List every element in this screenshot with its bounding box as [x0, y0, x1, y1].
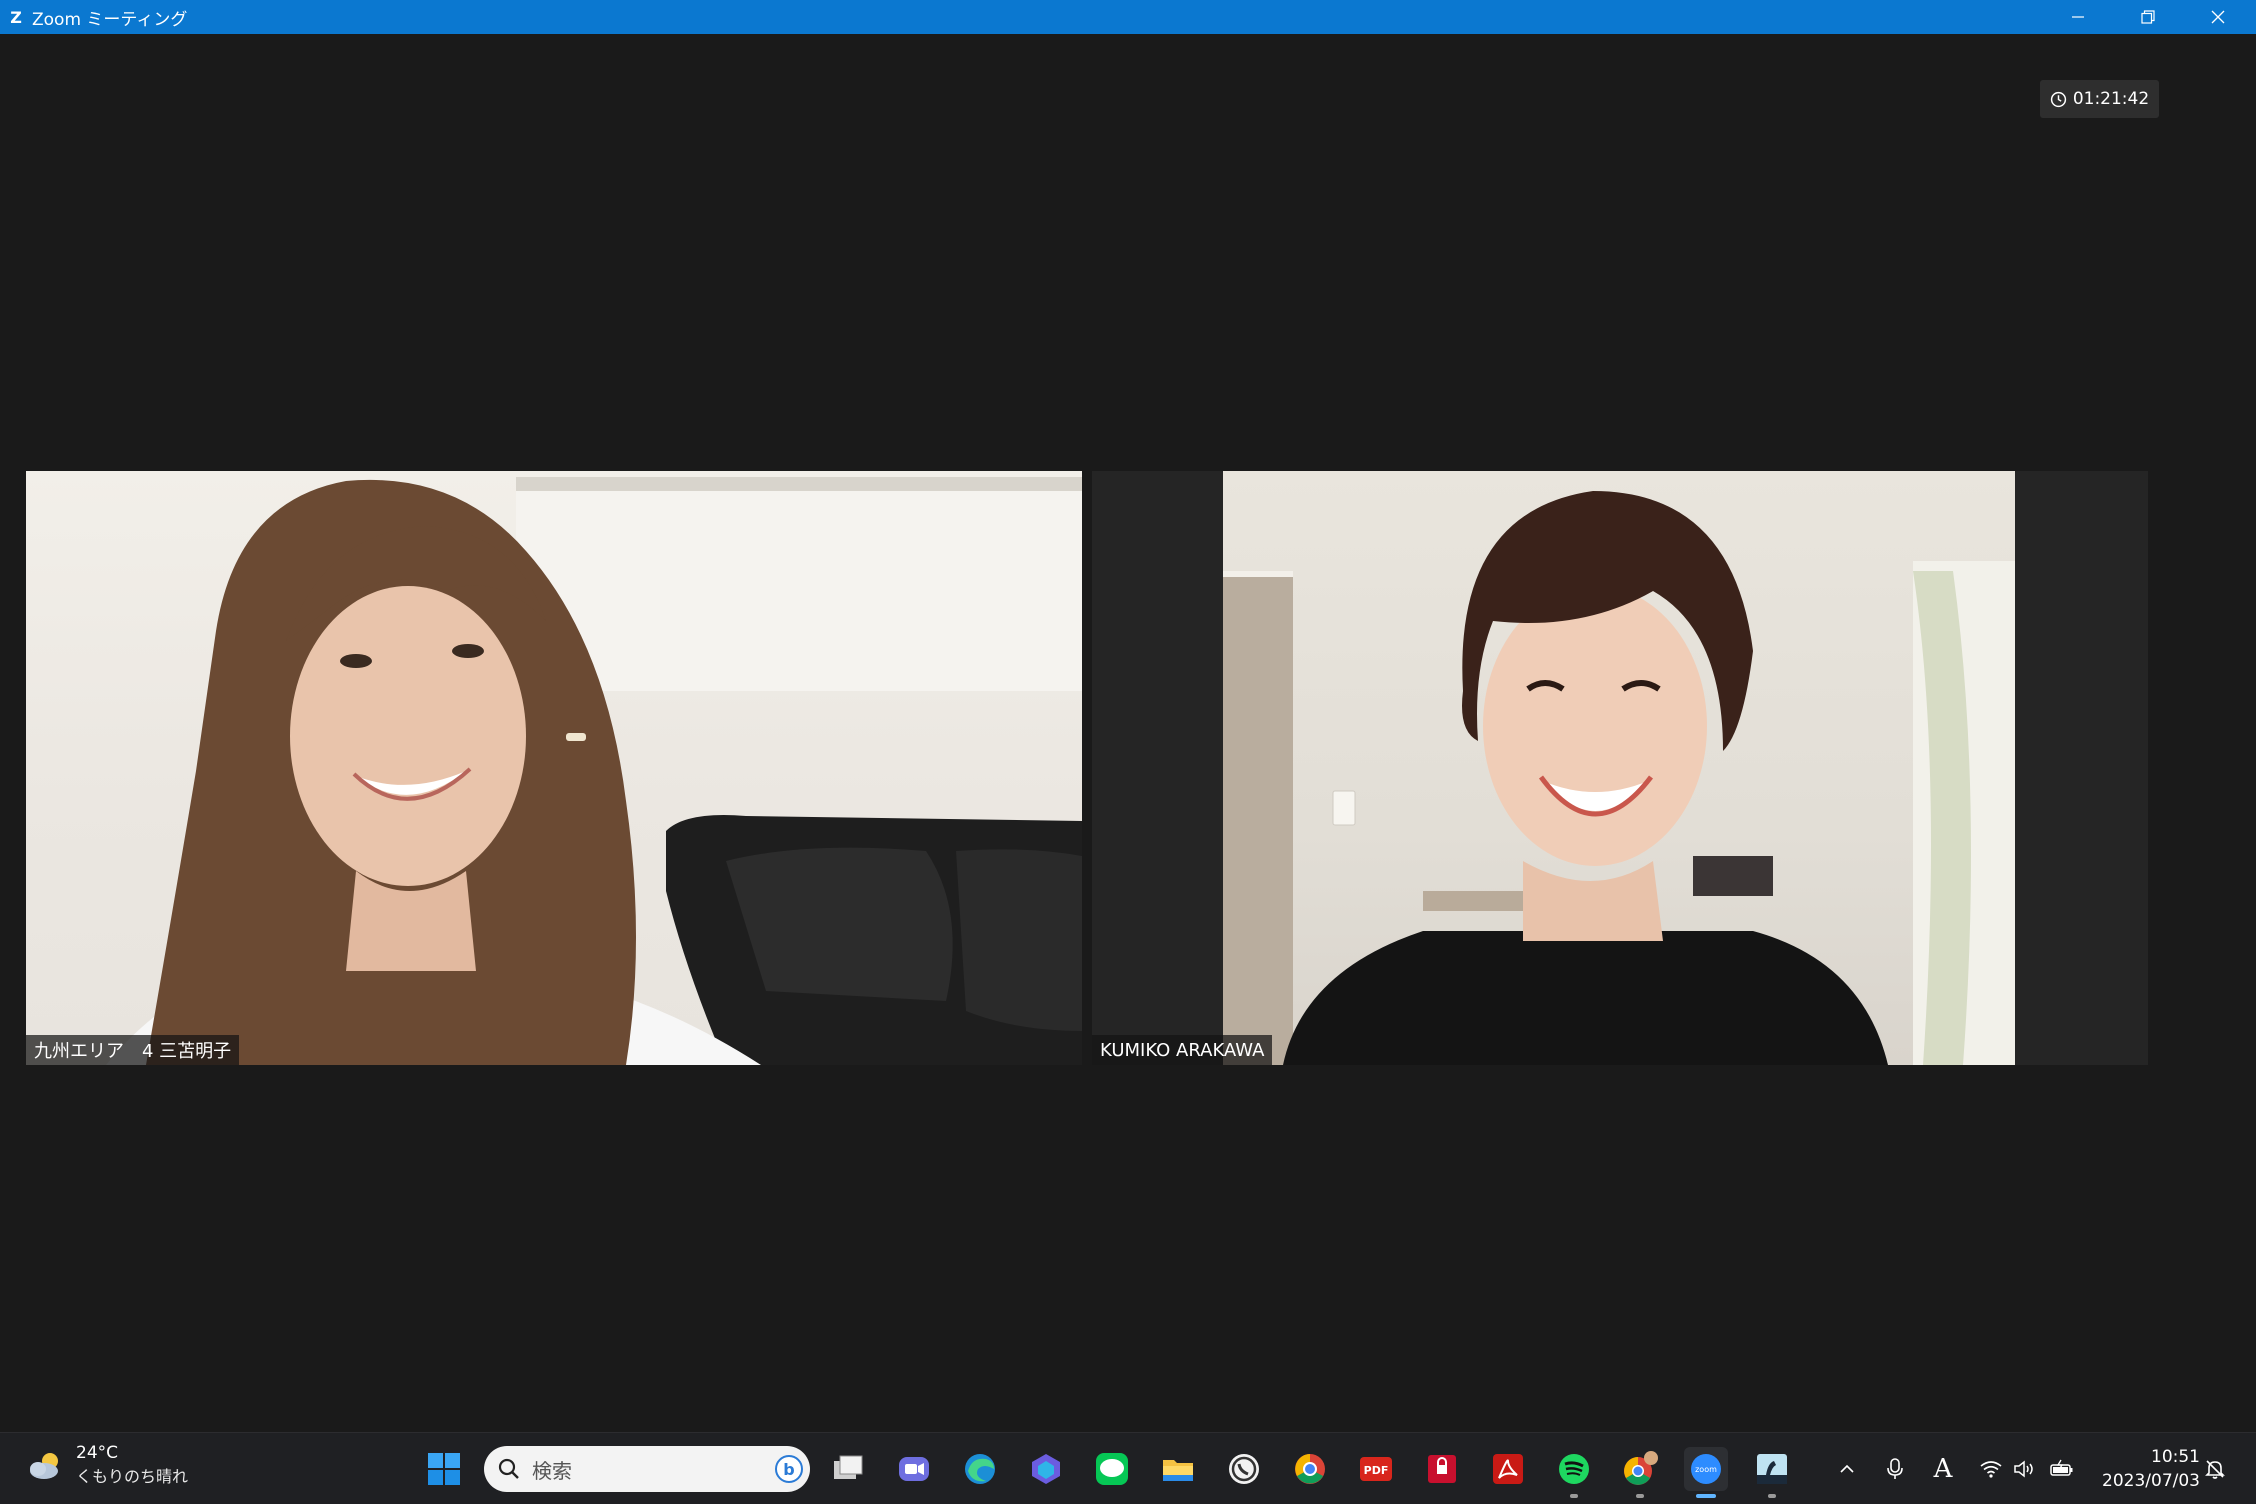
taskbar-clock[interactable]: 10:51 2023/07/03: [2090, 1445, 2200, 1493]
close-icon: [2211, 10, 2225, 24]
copilot-button[interactable]: [1024, 1447, 1068, 1491]
volume-tray-button[interactable]: [2010, 1433, 2040, 1504]
svg-text:PDF: PDF: [1364, 1464, 1389, 1477]
acrobat-button[interactable]: [1486, 1447, 1530, 1491]
meeting-stage: 01:21:42 九州エリア 4 三苫明子 KUMIKO ARAKAWA: [0, 34, 2256, 1432]
chrome-icon: [1295, 1454, 1325, 1484]
spotify-button[interactable]: [1552, 1447, 1596, 1491]
participant-video-image: [1223, 491, 2015, 1065]
microphone-icon: [1887, 1458, 1903, 1479]
acrobat-icon: [1493, 1454, 1523, 1484]
running-indicator: [1636, 1494, 1644, 1498]
svg-text:b: b: [783, 1460, 794, 1479]
task-view-icon: [834, 1455, 863, 1479]
clock-time: 10:51: [2151, 1447, 2200, 1467]
wifi-icon: [1980, 1461, 2002, 1478]
notification-bell-icon: [2205, 1460, 2225, 1479]
mcafee-button[interactable]: [1420, 1447, 1464, 1491]
minimize-button[interactable]: [2043, 0, 2113, 34]
teams-icon: [899, 1457, 929, 1481]
wifi-tray-button[interactable]: [1976, 1433, 2006, 1504]
chevron-up-icon: [1840, 1464, 1854, 1473]
whatsapp-icon: [1229, 1454, 1259, 1484]
video-frame: [1223, 471, 2015, 1065]
weather-temperature: 24°C: [76, 1443, 119, 1463]
title-bar: Z Zoom ミーティング: [0, 0, 2256, 34]
restore-button[interactable]: [2113, 0, 2183, 34]
spotify-icon: [1559, 1454, 1589, 1484]
show-hidden-icons-button[interactable]: [1832, 1433, 1862, 1504]
zoom-button[interactable]: zoom: [1684, 1447, 1728, 1491]
chrome-profile-icon: [1624, 1451, 1658, 1485]
windows-logo-icon: [428, 1453, 460, 1485]
participant-video-image: [106, 477, 1082, 1065]
running-indicator: [1768, 1494, 1776, 1498]
window-title: Zoom ミーティング: [32, 9, 188, 30]
chrome-profile-button[interactable]: [1618, 1447, 1662, 1491]
participant-name-label: KUMIKO ARAKAWA: [1092, 1035, 1273, 1065]
edge-icon: [965, 1454, 995, 1484]
running-indicator: [1570, 1494, 1578, 1498]
taskbar: 24°C くもりのち晴れ 検索 b PDF zoom A 10:51 2023/…: [0, 1432, 2256, 1504]
partly-cloudy-icon: [30, 1453, 58, 1479]
chrome-button[interactable]: [1288, 1447, 1332, 1491]
search-placeholder: 検索: [532, 1458, 572, 1483]
file-explorer-button[interactable]: [1156, 1447, 1200, 1491]
participant-name-label: 九州エリア 4 三苫明子: [26, 1035, 240, 1065]
teams-chat-button[interactable]: [892, 1447, 936, 1491]
microphone-tray-button[interactable]: [1880, 1433, 1910, 1504]
battery-charging-icon: [2050, 1459, 2073, 1476]
clock-date: 2023/07/03: [2102, 1471, 2200, 1491]
timer-text: 01:21:42: [2072, 89, 2150, 109]
pdf-icon: PDF: [1360, 1457, 1392, 1481]
speaker-icon: [2014, 1460, 2033, 1478]
notifications-button[interactable]: [2200, 1433, 2230, 1504]
folder-icon: [1163, 1460, 1193, 1481]
svg-text:zoom: zoom: [1695, 1465, 1717, 1474]
start-button[interactable]: [422, 1447, 466, 1491]
kindle-icon: [1757, 1454, 1787, 1484]
video-tile[interactable]: 九州エリア 4 三苫明子: [26, 471, 1082, 1065]
edge-button[interactable]: [958, 1447, 1002, 1491]
restore-icon: [2141, 10, 2155, 24]
battery-tray-button[interactable]: [2046, 1433, 2078, 1504]
clock-icon: [2050, 91, 2066, 107]
mcafee-icon: [1428, 1455, 1456, 1483]
weather-condition: くもりのち晴れ: [76, 1467, 189, 1486]
weather-widget[interactable]: 24°C くもりのち晴れ: [26, 1443, 188, 1487]
video-tile[interactable]: KUMIKO ARAKAWA: [1092, 471, 2148, 1065]
close-button[interactable]: [2183, 0, 2253, 34]
kindle-button[interactable]: [1750, 1447, 1794, 1491]
whatsapp-button[interactable]: [1222, 1447, 1266, 1491]
ime-indicator[interactable]: A: [1928, 1433, 1958, 1504]
copilot-icon: [1032, 1454, 1060, 1484]
search-icon: [498, 1458, 519, 1479]
meeting-timer: 01:21:42: [2040, 80, 2159, 118]
task-view-button[interactable]: [826, 1447, 870, 1491]
bing-chat-icon[interactable]: b: [774, 1454, 804, 1484]
taskbar-search-box[interactable]: 検索 b: [484, 1446, 810, 1492]
pdf-app-button[interactable]: PDF: [1354, 1447, 1398, 1491]
minimize-icon: [2072, 16, 2084, 18]
line-button[interactable]: [1090, 1447, 1134, 1491]
active-indicator: [1696, 1494, 1716, 1498]
line-icon: [1096, 1453, 1128, 1485]
zoom-icon: zoom: [1691, 1454, 1721, 1484]
zoom-logo-icon: Z: [10, 7, 22, 27]
